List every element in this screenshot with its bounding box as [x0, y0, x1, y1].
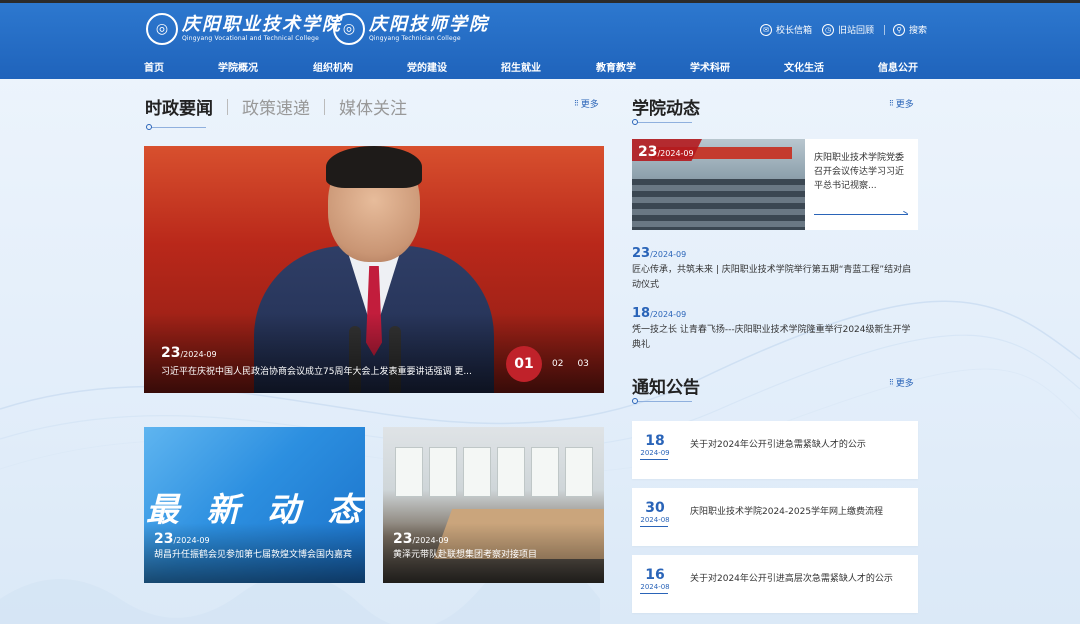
old-site-link[interactable]: ◷ 旧站回顾: [822, 23, 874, 36]
dynamics-title-decoration: [632, 119, 692, 125]
nav-item-party-building[interactable]: 党的建设: [407, 59, 447, 74]
card-date: 23/2024-09: [154, 531, 210, 547]
notice-item[interactable]: 18 2024-09 关于对2024年公开引进急需紧缺人才的公示: [632, 421, 918, 479]
college-name-en: Qingyang Vocational and Technical Colleg…: [182, 35, 320, 42]
notice-title[interactable]: 关于对2024年公开引进高层次急需紧缺人才的公示: [690, 571, 912, 584]
notice-item[interactable]: 16 2024-08 关于对2024年公开引进高层次急需紧缺人才的公示: [632, 555, 918, 613]
college-seal-icon: ◎: [146, 13, 178, 45]
grid-dots-icon: ⁝⁝: [574, 98, 579, 109]
notice-item[interactable]: 30 2024-08 庆阳职业技术学院2024-2025学年网上缴费流程: [632, 488, 918, 546]
arrow-right-icon[interactable]: [814, 214, 908, 215]
hero-caption[interactable]: 习近平在庆祝中国人民政治协商会议成立75周年大会上发表重要讲话强调 更...: [161, 364, 501, 377]
news-tabs: 时政要闻 政策速递 媒体关注: [145, 94, 407, 119]
dynamics-featured-card[interactable]: 23/2024-09 庆阳职业技术学院党委召开会议传达学习习近平总书记视察...: [632, 139, 918, 230]
notices-more-label: 更多: [895, 379, 914, 389]
top-links: ✉ 校长信箱 ◷ 旧站回顾 ⚲ 搜索: [760, 23, 937, 36]
clock-icon: ◷: [822, 23, 835, 36]
pager-dot[interactable]: 03: [577, 359, 588, 369]
technician-name-en: Qingyang Technician College: [369, 35, 461, 42]
notices-more-link[interactable]: ⁝⁝ 更多: [889, 376, 914, 390]
college-logo[interactable]: ◎ 庆阳职业技术学院 Qingyang Vocational and Techn…: [146, 13, 342, 45]
search-button[interactable]: ⚲ 搜索: [893, 23, 927, 36]
nav-item-teaching[interactable]: 教育教学: [596, 59, 636, 74]
card-caption[interactable]: 胡昌升任振鹤会见参加第七届敦煌文博会国内嘉宾: [154, 549, 359, 562]
site-header: ◎ 庆阳职业技术学院 Qingyang Vocational and Techn…: [0, 3, 1080, 79]
hero-slide[interactable]: 23/2024-09 习近平在庆祝中国人民政治协商会议成立75周年大会上发表重要…: [144, 146, 604, 393]
technician-name-cn: 庆阳技师学院: [369, 14, 489, 35]
nav-item-admissions[interactable]: 招生就业: [501, 59, 541, 74]
notices-title-decoration: [632, 398, 692, 404]
dynamics-featured-photo: 23/2024-09: [632, 139, 805, 230]
technician-college-logo[interactable]: ◎ 庆阳技师学院 Qingyang Technician College: [333, 13, 489, 45]
search-label: 搜索: [909, 26, 928, 36]
featured-date: 23/2024-09: [638, 144, 694, 160]
nav-item-about[interactable]: 学院概况: [218, 59, 258, 74]
search-icon: ⚲: [893, 23, 906, 36]
notice-date: 30 2024-08: [640, 500, 670, 527]
hero-pager: 01 02 03: [506, 346, 603, 382]
nav-item-disclosure[interactable]: 信息公开: [878, 59, 918, 74]
featured-title[interactable]: 庆阳职业技术学院党委召开会议传达学习习近平总书记视察...: [814, 151, 910, 193]
news-more-link[interactable]: ⁝⁝ 更多: [574, 97, 599, 111]
news-more-label: 更多: [580, 100, 599, 110]
card-caption[interactable]: 黄泽元带队赴联想集团考察对接项目: [393, 549, 598, 562]
dynamics-item-title[interactable]: 匠心传承，共筑未来 | 庆阳职业技术学院举行第五期“青蓝工程”结对启动仪式: [632, 263, 918, 293]
card-date: 23/2024-09: [393, 531, 449, 547]
pager-dot-active[interactable]: 01: [506, 346, 542, 382]
old-site-label: 旧站回顾: [838, 26, 875, 36]
dynamics-more-link[interactable]: ⁝⁝ 更多: [889, 97, 914, 111]
notice-title[interactable]: 关于对2024年公开引进急需紧缺人才的公示: [690, 437, 912, 450]
main-nav: 首页 学院概况 组织机构 党的建设 招生就业 教育教学 学术科研 文化生活 信息…: [0, 59, 1080, 79]
news-card-meeting[interactable]: 23/2024-09 黄泽元带队赴联想集团考察对接项目: [383, 427, 604, 583]
notice-date: 16 2024-08: [640, 567, 670, 594]
nav-item-home[interactable]: 首页: [144, 59, 164, 74]
tab-current-affairs[interactable]: 时政要闻: [145, 94, 213, 119]
grid-dots-icon: ⁝⁝: [889, 98, 894, 109]
hero-date: 23/2024-09: [161, 345, 217, 361]
dynamics-item-title[interactable]: 凭一技之长 让青春飞扬---庆阳职业技术学院隆重举行2024级新生开学典礼: [632, 323, 918, 353]
tab-divider: [324, 98, 325, 115]
grid-dots-icon: ⁝⁝: [889, 377, 894, 388]
news-title-decoration: [146, 124, 206, 130]
dynamics-list-item[interactable]: 18/2024-09 凭一技之长 让青春飞扬---庆阳职业技术学院隆重举行202…: [632, 302, 918, 353]
notices-title: 通知公告: [632, 378, 700, 398]
nav-item-organization[interactable]: 组织机构: [313, 59, 353, 74]
notice-title[interactable]: 庆阳职业技术学院2024-2025学年网上缴费流程: [690, 504, 912, 517]
technician-seal-icon: ◎: [333, 13, 365, 45]
college-name-cn: 庆阳职业技术学院: [182, 14, 342, 35]
dynamics-list-item[interactable]: 23/2024-09 匠心传承，共筑未来 | 庆阳职业技术学院举行第五期“青蓝工…: [632, 242, 918, 293]
tab-policy[interactable]: 政策速递: [242, 94, 310, 119]
dynamics-title: 学院动态: [632, 99, 700, 119]
notice-date: 18 2024-09: [640, 433, 670, 460]
news-card-latest[interactable]: 最 新 动 态 23/2024-09 胡昌升任振鹤会见参加第七届敦煌文博会国内嘉…: [144, 427, 365, 583]
top-links-divider: [884, 24, 886, 35]
dynamics-more-label: 更多: [895, 100, 914, 110]
nav-item-research[interactable]: 学术科研: [690, 59, 730, 74]
mail-icon: ✉: [760, 23, 772, 36]
pager-dot[interactable]: 02: [552, 359, 563, 369]
principal-mailbox-link[interactable]: ✉ 校长信箱: [760, 23, 812, 36]
tab-divider: [227, 98, 228, 115]
nav-item-culture[interactable]: 文化生活: [784, 59, 824, 74]
principal-mailbox-label: 校长信箱: [776, 26, 813, 36]
tab-media[interactable]: 媒体关注: [339, 94, 407, 119]
